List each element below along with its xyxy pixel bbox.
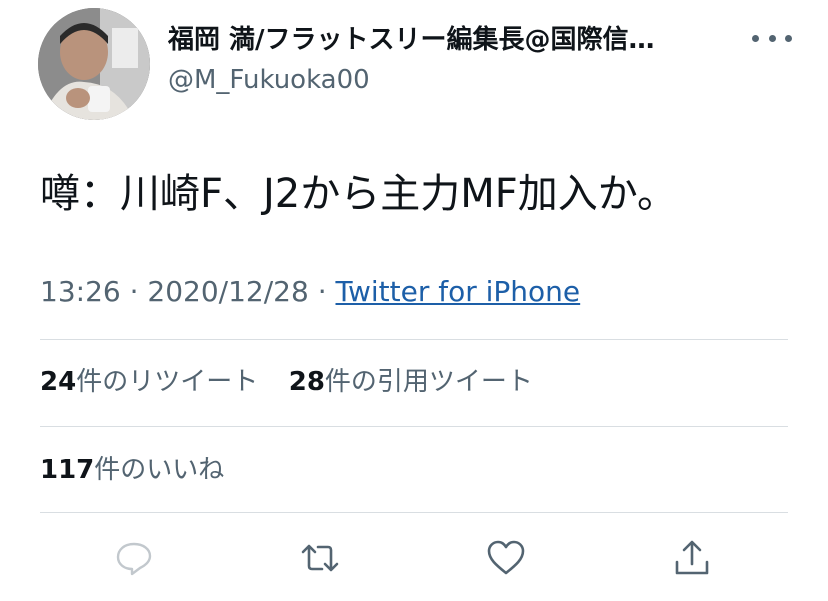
avatar-photo bbox=[38, 8, 150, 120]
tweet-text: 噂：川崎F、J2から主力MF加入か。 bbox=[40, 171, 677, 217]
retweets-count: 24 bbox=[40, 367, 77, 397]
quotes-stat[interactable]: 28件の引用ツイート bbox=[289, 367, 533, 397]
action-bar bbox=[40, 528, 788, 588]
tweet-meta: 13:26 · 2020/12/28 · Twitter for iPhone bbox=[40, 272, 580, 312]
author-block[interactable]: 福岡 満/フラットスリー編集長@国際信… @M_Fukuoka00 bbox=[168, 22, 768, 98]
more-dot bbox=[752, 34, 759, 42]
tweet-date: 2020/12/28 bbox=[147, 275, 309, 308]
retweets-stat[interactable]: 24件のリツイート bbox=[40, 367, 258, 397]
avatar[interactable] bbox=[38, 8, 150, 120]
like-icon[interactable] bbox=[486, 538, 526, 578]
retweets-label: 件のリツイート bbox=[76, 367, 259, 397]
retweet-icon[interactable] bbox=[300, 538, 340, 578]
author-handle[interactable]: @M_Fukuoka00 bbox=[168, 62, 768, 98]
reply-icon[interactable] bbox=[114, 538, 154, 578]
author-display-name[interactable]: 福岡 満/フラットスリー編集長@国際信… bbox=[168, 22, 748, 58]
divider bbox=[40, 426, 788, 427]
meta-separator: · bbox=[120, 275, 148, 308]
retweet-quote-stats: 24件のリツイート 28件の引用ツイート bbox=[40, 364, 533, 400]
quotes-label: 件の引用ツイート bbox=[324, 367, 533, 397]
tweet-time: 13:26 bbox=[40, 275, 121, 308]
likes-label: 件のいいね bbox=[94, 455, 225, 485]
share-icon[interactable] bbox=[672, 538, 712, 578]
tweet-source-link[interactable]: Twitter for iPhone bbox=[336, 275, 581, 308]
divider bbox=[40, 339, 788, 340]
likes-count: 117 bbox=[40, 455, 95, 485]
likes-stat[interactable]: 117件のいいね bbox=[40, 452, 224, 488]
quotes-count: 28 bbox=[288, 367, 325, 397]
more-icon[interactable] bbox=[752, 26, 792, 50]
more-dot bbox=[768, 34, 776, 42]
divider bbox=[40, 512, 788, 513]
more-dot bbox=[785, 34, 792, 42]
meta-separator: · bbox=[308, 275, 336, 308]
